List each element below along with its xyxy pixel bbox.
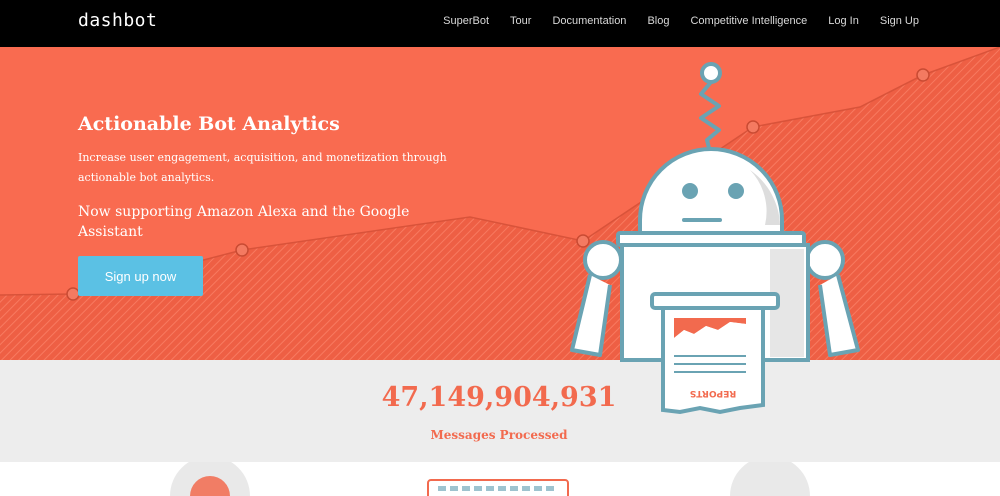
nav-link-blog[interactable]: Blog <box>647 15 669 27</box>
antenna-ball <box>700 62 722 84</box>
hero-title: Actionable Bot Analytics <box>78 113 340 135</box>
nav-link-superbot[interactable]: SuperBot <box>443 15 489 27</box>
feature-icon-right <box>730 462 810 496</box>
nav-link-tour[interactable]: Tour <box>510 15 531 27</box>
robot-right-shoulder <box>805 240 845 280</box>
nav-link-competitive-intelligence[interactable]: Competitive Intelligence <box>690 15 807 27</box>
reports-label: REPORTS <box>690 388 736 398</box>
nav-link-documentation[interactable]: Documentation <box>552 15 626 27</box>
robot-right-eye <box>728 183 744 199</box>
robot-left-eye <box>682 183 698 199</box>
antenna-spring <box>699 80 721 157</box>
nav-link-sign-up[interactable]: Sign Up <box>880 15 919 27</box>
hero-subtitle: Now supporting Amazon Alexa and the Goog… <box>78 204 410 240</box>
messages-processed-label: Messages Processed <box>430 428 568 442</box>
dashbot-logo[interactable]: dashbot <box>78 10 157 31</box>
top-navbar: dashbot SuperBot Tour Documentation Blog… <box>0 0 1000 47</box>
robot-head <box>638 147 784 237</box>
nav-links: SuperBot Tour Documentation Blog Competi… <box>443 15 919 27</box>
robot-illustration: REPORTS <box>570 62 860 415</box>
sign-up-now-button[interactable]: Sign up now <box>78 256 203 296</box>
nav-link-log-in[interactable]: Log In <box>828 15 859 27</box>
hero-description: Increase user engagement, acquisition, a… <box>78 151 447 184</box>
feature-icons-strip <box>170 462 810 496</box>
robot-left-shoulder <box>583 240 623 280</box>
